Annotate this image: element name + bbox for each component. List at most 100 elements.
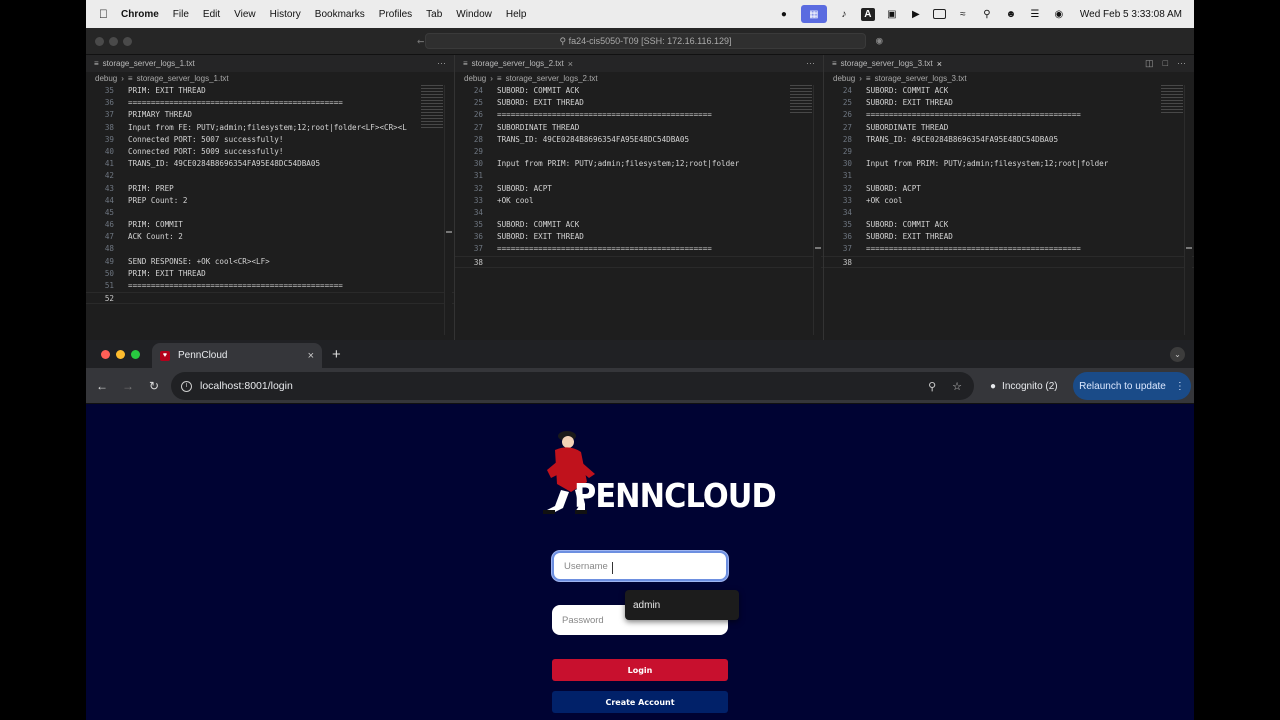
code-area[interactable]: 24 SUBORD: COMMIT ACK 25 SUBORD: EXIT THREA… xyxy=(824,85,1194,268)
code-line[interactable]: 30 Input from PRIM: PUTV;admin;filesystem… xyxy=(824,158,1194,170)
code-line[interactable]: 41 TRANS_ID: 49CE0284B8696354FA95E48DC54D… xyxy=(86,158,454,170)
menu-window[interactable]: Window xyxy=(456,9,492,20)
close-icon[interactable]: × xyxy=(308,350,314,362)
code-line[interactable]: 34 xyxy=(824,207,1194,219)
code-line[interactable]: 30 Input from PRIM: PUTV;admin;filesystem… xyxy=(455,158,823,170)
editor-tab[interactable]: ≡ storage_server_logs_2.txt × xyxy=(455,55,581,72)
close-icon[interactable]: × xyxy=(937,59,942,69)
code-line[interactable]: 35 SUBORD: COMMIT ACK xyxy=(455,219,823,231)
back-arrow-icon[interactable]: ← xyxy=(89,379,115,393)
code-line[interactable]: 48 xyxy=(86,243,454,255)
site-info-icon[interactable]: i xyxy=(181,380,192,392)
code-line[interactable]: 43 PRIM: PREP xyxy=(86,183,454,195)
code-line[interactable]: 37 ======================================… xyxy=(824,243,1194,255)
text-input-icon[interactable]: A xyxy=(860,7,875,21)
more-actions-icon[interactable]: ⋯ xyxy=(806,58,815,69)
code-line[interactable]: 36 ======================================… xyxy=(86,97,454,109)
code-line[interactable]: 50 PRIM: EXIT THREAD xyxy=(86,268,454,280)
code-line[interactable]: 37 ======================================… xyxy=(455,243,823,255)
code-line[interactable]: 38 xyxy=(455,255,823,268)
menu-bookmarks[interactable]: Bookmarks xyxy=(315,9,365,20)
breadcrumb-file[interactable]: storage_server_logs_1.txt xyxy=(137,74,229,83)
screen-share-icon[interactable]: ▦ xyxy=(800,5,827,23)
code-line[interactable]: 24 SUBORD: COMMIT ACK xyxy=(824,85,1194,97)
breadcrumb-file[interactable]: storage_server_logs_2.txt xyxy=(506,74,598,83)
menu-history[interactable]: History xyxy=(270,9,301,20)
login-button[interactable]: Login xyxy=(552,659,728,681)
code-line[interactable]: 32 SUBORD: ACPT xyxy=(455,183,823,195)
breadcrumb-folder[interactable]: debug xyxy=(833,74,855,83)
code-line[interactable]: 36 SUBORD: EXIT THREAD xyxy=(824,231,1194,243)
code-line[interactable]: 36 SUBORD: EXIT THREAD xyxy=(455,231,823,243)
car-icon[interactable]: ▣ xyxy=(885,9,899,20)
create-account-button[interactable]: Create Account xyxy=(552,691,728,713)
code-line[interactable]: 32 SUBORD: ACPT xyxy=(824,183,1194,195)
breadcrumb-file[interactable]: storage_server_logs_3.txt xyxy=(875,74,967,83)
forward-arrow-icon[interactable]: → xyxy=(115,379,141,393)
code-line[interactable]: 25 SUBORD: EXIT THREAD xyxy=(824,97,1194,109)
code-line[interactable]: 26 ======================================… xyxy=(824,109,1194,121)
user-switch-icon[interactable]: ☻ xyxy=(1004,9,1018,20)
breadcrumb-folder[interactable]: debug xyxy=(95,74,117,83)
code-line[interactable]: 33 +OK cool xyxy=(824,195,1194,207)
copilot-icon[interactable]: ◉ xyxy=(876,34,883,47)
code-line[interactable]: 28 TRANS_ID: 49CE0284B8696354FA95E48DC54D… xyxy=(455,134,823,146)
minimize-dot[interactable] xyxy=(109,36,118,46)
code-line[interactable]: 29 xyxy=(824,146,1194,158)
reload-icon[interactable]: ↻ xyxy=(141,379,167,393)
breadcrumb-folder[interactable]: debug xyxy=(464,74,486,83)
menu-file[interactable]: File xyxy=(173,9,189,20)
code-line[interactable]: 27 SUBORDINATE THREAD xyxy=(455,122,823,134)
code-line[interactable]: 42 xyxy=(86,170,454,182)
split-editor-icon[interactable]: ◫ xyxy=(1145,58,1154,69)
menu-tab[interactable]: Tab xyxy=(426,9,442,20)
kebab-menu-icon[interactable]: ⋮ xyxy=(1175,381,1185,392)
spotlight-search-icon[interactable]: ⚲ xyxy=(980,9,994,20)
code-line[interactable]: 37 PRIMARY THREAD xyxy=(86,109,454,121)
zoom-dot[interactable] xyxy=(131,350,140,359)
code-line[interactable]: 38 Input from FE: PUTV;admin;filesystem;1… xyxy=(86,122,454,134)
close-icon[interactable]: × xyxy=(568,59,573,69)
code-line[interactable]: 25 SUBORD: EXIT THREAD xyxy=(455,97,823,109)
scrollbar[interactable] xyxy=(1184,85,1192,335)
minimap[interactable] xyxy=(421,85,443,129)
code-line[interactable]: 51 ======================================… xyxy=(86,280,454,292)
code-line[interactable]: 49 SEND RESPONSE: +OK cool<CR><LF> xyxy=(86,256,454,268)
address-bar[interactable]: i localhost:8001/login ⚲ ☆ xyxy=(171,372,974,400)
close-dot[interactable] xyxy=(95,36,104,46)
menu-app-name[interactable]: Chrome xyxy=(121,9,159,20)
menu-profiles[interactable]: Profiles xyxy=(379,9,412,20)
browser-tab[interactable]: ♥ PennCloud × xyxy=(152,343,322,368)
code-line[interactable]: 46 PRIM: COMMIT xyxy=(86,219,454,231)
minimap[interactable] xyxy=(1161,85,1183,115)
siri-icon[interactable]: ◉ xyxy=(1052,9,1066,20)
code-line[interactable]: 52 xyxy=(86,292,454,305)
new-tab-icon[interactable]: + xyxy=(332,346,341,363)
incognito-indicator[interactable]: ● Incognito (2) xyxy=(982,372,1066,400)
zoom-dot[interactable] xyxy=(123,36,132,46)
record-icon[interactable]: ● xyxy=(777,9,791,20)
scrollbar[interactable] xyxy=(813,85,821,335)
code-line[interactable]: 34 xyxy=(455,207,823,219)
code-line[interactable]: 24 SUBORD: COMMIT ACK xyxy=(455,85,823,97)
code-line[interactable]: 35 PRIM: EXIT THREAD xyxy=(86,85,454,97)
battery-icon[interactable] xyxy=(932,9,946,19)
menu-help[interactable]: Help xyxy=(506,9,527,20)
more-actions-icon[interactable]: ⋯ xyxy=(1177,58,1186,69)
back-arrow-icon[interactable]: ← xyxy=(417,34,424,48)
code-area[interactable]: 24 SUBORD: COMMIT ACK 25 SUBORD: EXIT THREA… xyxy=(455,85,823,268)
zoom-icon[interactable]: ⚲ xyxy=(928,380,936,393)
code-line[interactable]: 33 +OK cool xyxy=(455,195,823,207)
code-line[interactable]: 38 xyxy=(824,255,1194,268)
bookmark-star-icon[interactable]: ☆ xyxy=(952,380,962,393)
command-center[interactable]: ⚲ fa24-cis5050-T09 [SSH: 172.16.116.129] xyxy=(425,33,866,49)
code-line[interactable]: 28 TRANS_ID: 49CE0284B8696354FA95E48DC54D… xyxy=(824,134,1194,146)
code-line[interactable]: 35 SUBORD: COMMIT ACK xyxy=(824,219,1194,231)
code-area[interactable]: 35 PRIM: EXIT THREAD 36 ===================… xyxy=(86,85,454,305)
code-line[interactable]: 27 SUBORDINATE THREAD xyxy=(824,122,1194,134)
minimap[interactable] xyxy=(790,85,812,115)
editor-tab[interactable]: ≡ storage_server_logs_3.txt × xyxy=(824,55,950,72)
minimize-dot[interactable] xyxy=(116,350,125,359)
url-text[interactable]: localhost:8001/login xyxy=(200,380,293,392)
code-line[interactable]: 39 Connected PORT: 5007 successfully! xyxy=(86,134,454,146)
